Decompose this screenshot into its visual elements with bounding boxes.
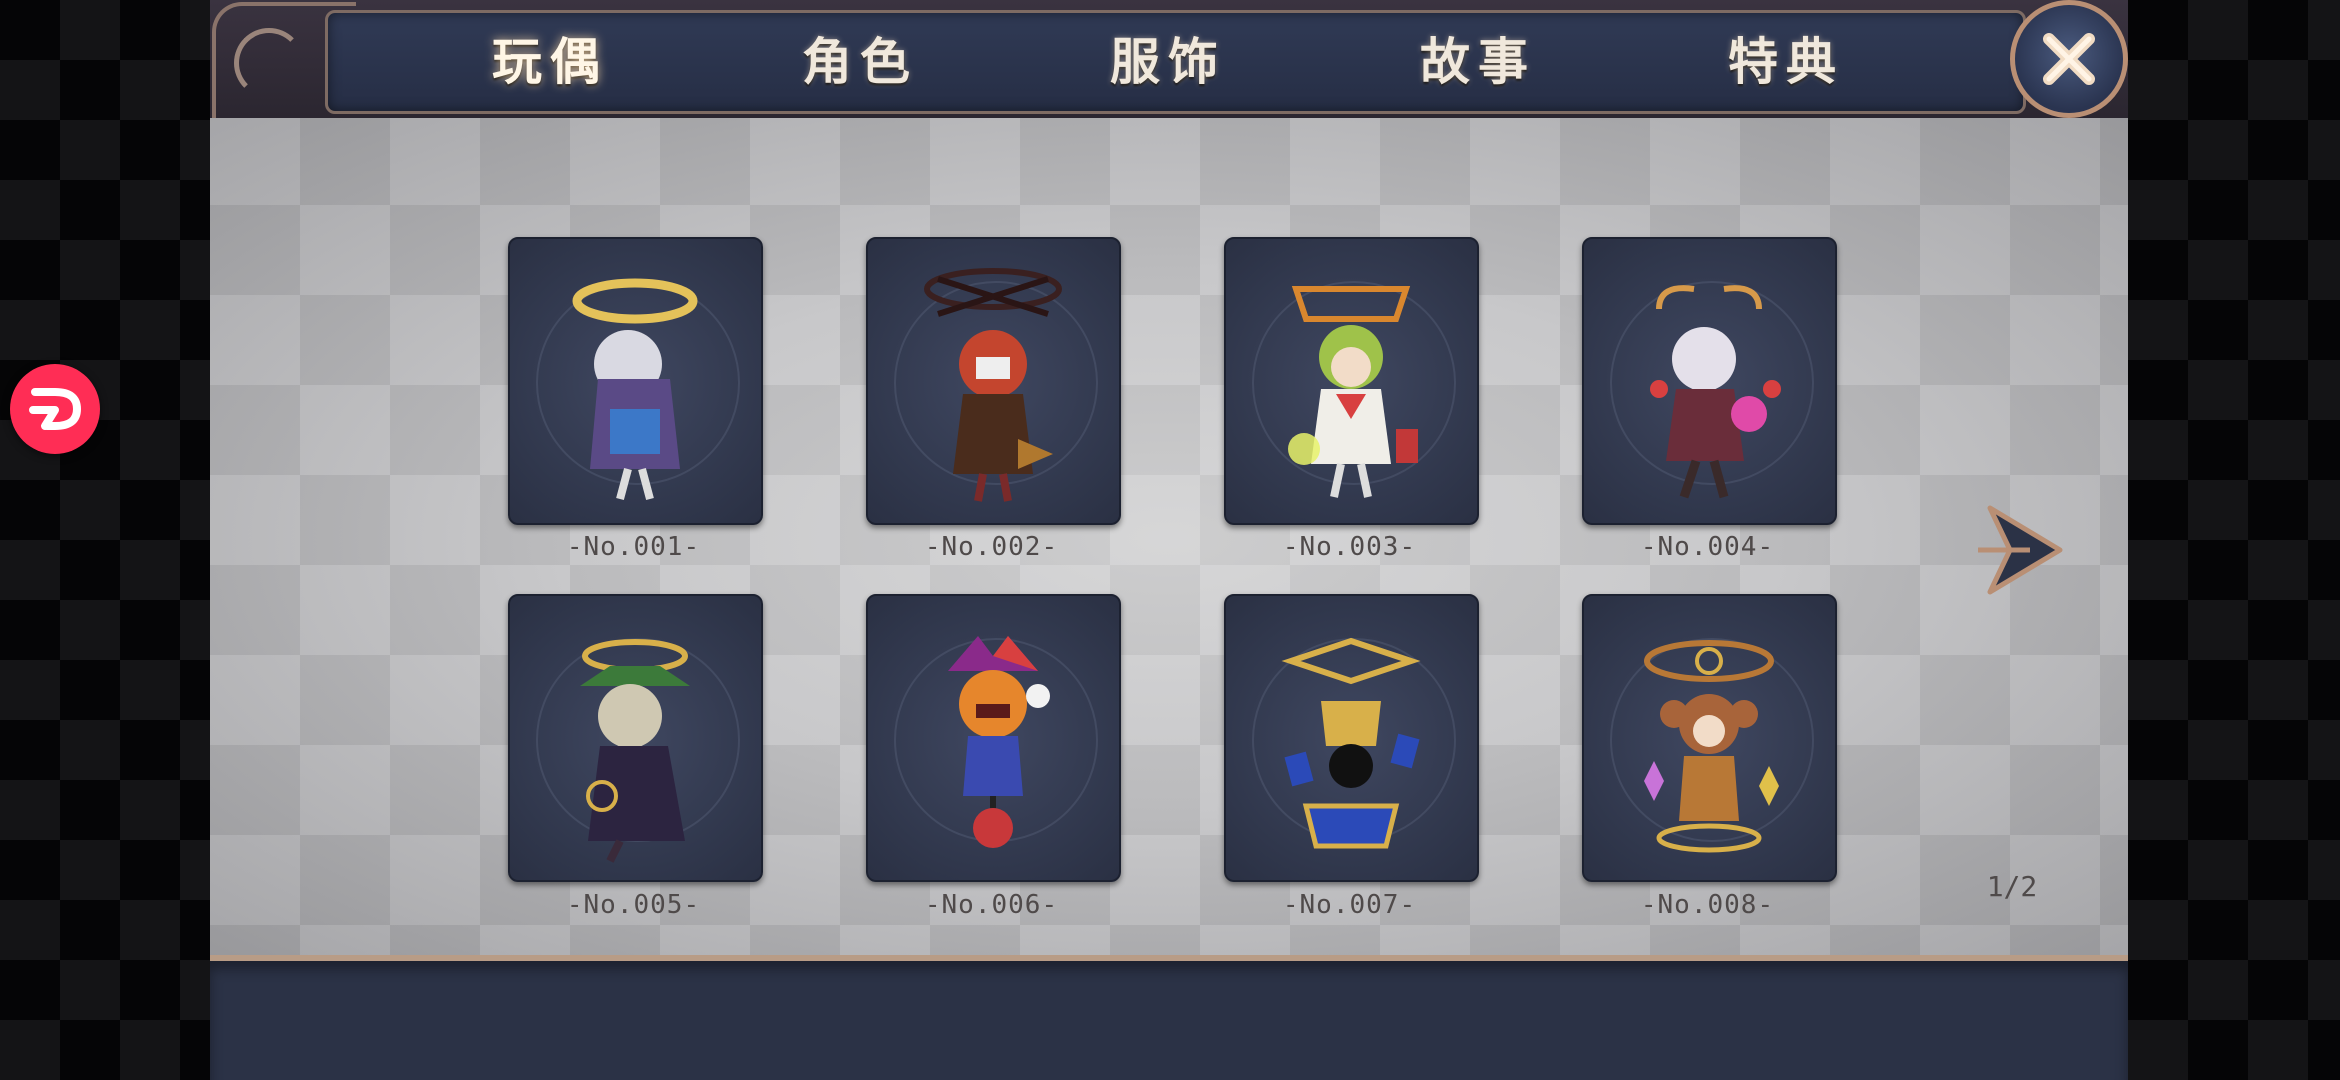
tab-extras[interactable]: 特典 (1686, 22, 1886, 102)
doll-label-001: -No.001- (566, 532, 701, 562)
tab-costumes[interactable]: 服饰 (1068, 22, 1268, 102)
bottom-panel (210, 955, 2128, 1080)
doll-figure-002 (924, 268, 1062, 502)
doll-card-003[interactable] (1224, 237, 1479, 525)
doll-figure-006 (948, 636, 1050, 848)
doll-label-006: -No.006- (924, 890, 1059, 920)
doll-label-003: -No.003- (1282, 532, 1417, 562)
close-button[interactable] (2010, 0, 2128, 118)
game-screen: 玩偶 角色 服饰 故事 特典 -No.001- -No.002- -No.003… (210, 0, 2128, 1080)
doll-figure-007 (1281, 637, 1421, 849)
top-tab-bar: 玩偶 角色 服饰 故事 特典 (210, 0, 2128, 118)
collection-board (210, 115, 2128, 962)
doll-card-007[interactable] (1224, 594, 1479, 882)
doll-figure-004 (1650, 285, 1781, 499)
tab-dolls[interactable]: 玩偶 (450, 22, 650, 102)
app-launcher-icon (29, 388, 82, 430)
next-arrow-icon (1978, 505, 2063, 595)
doll-card-004[interactable] (1582, 237, 1837, 525)
doll-figure-005 (580, 639, 690, 863)
doll-figure-003 (1288, 286, 1418, 498)
doll-label-008: -No.008- (1640, 890, 1775, 920)
doll-card-002[interactable] (866, 237, 1121, 525)
doll-card-006[interactable] (866, 594, 1121, 882)
floating-app-button[interactable] (10, 364, 100, 454)
doll-label-007: -No.007- (1282, 890, 1417, 920)
doll-card-001[interactable] (508, 237, 763, 525)
doll-label-002: -No.002- (924, 532, 1059, 562)
right-side-pattern (2128, 0, 2340, 1080)
close-x-icon (2043, 33, 2095, 85)
left-side-pattern (0, 0, 210, 1080)
tab-characters[interactable]: 角色 (760, 22, 960, 102)
doll-card-008[interactable] (1582, 594, 1837, 882)
page-indicator: 1/2 (1986, 870, 2038, 903)
doll-figure-008 (1644, 640, 1779, 853)
doll-card-005[interactable] (508, 594, 763, 882)
next-page-button[interactable] (1970, 500, 2070, 600)
tab-stories[interactable]: 故事 (1378, 22, 1578, 102)
doll-label-005: -No.005- (566, 890, 701, 920)
doll-figure-001 (572, 278, 698, 501)
doll-label-004: -No.004- (1640, 532, 1775, 562)
